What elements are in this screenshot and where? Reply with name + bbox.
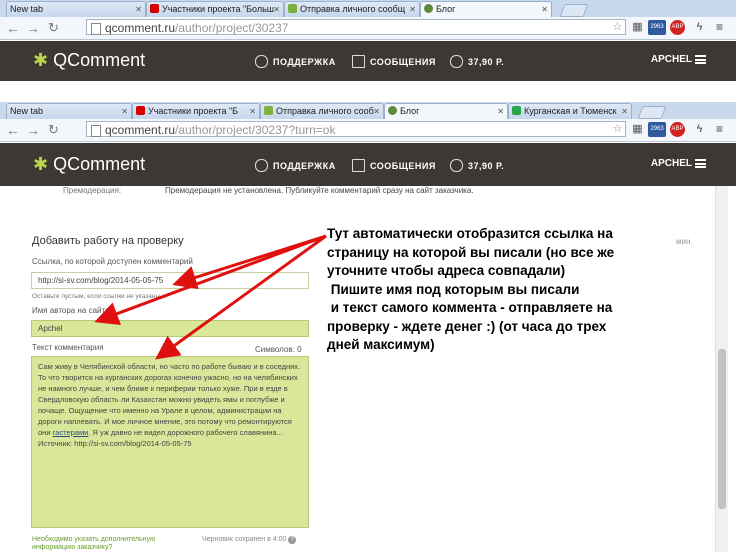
arrow-to-author bbox=[94, 234, 327, 325]
annotation-arrows bbox=[94, 234, 327, 360]
arrow-to-comment bbox=[155, 234, 327, 360]
